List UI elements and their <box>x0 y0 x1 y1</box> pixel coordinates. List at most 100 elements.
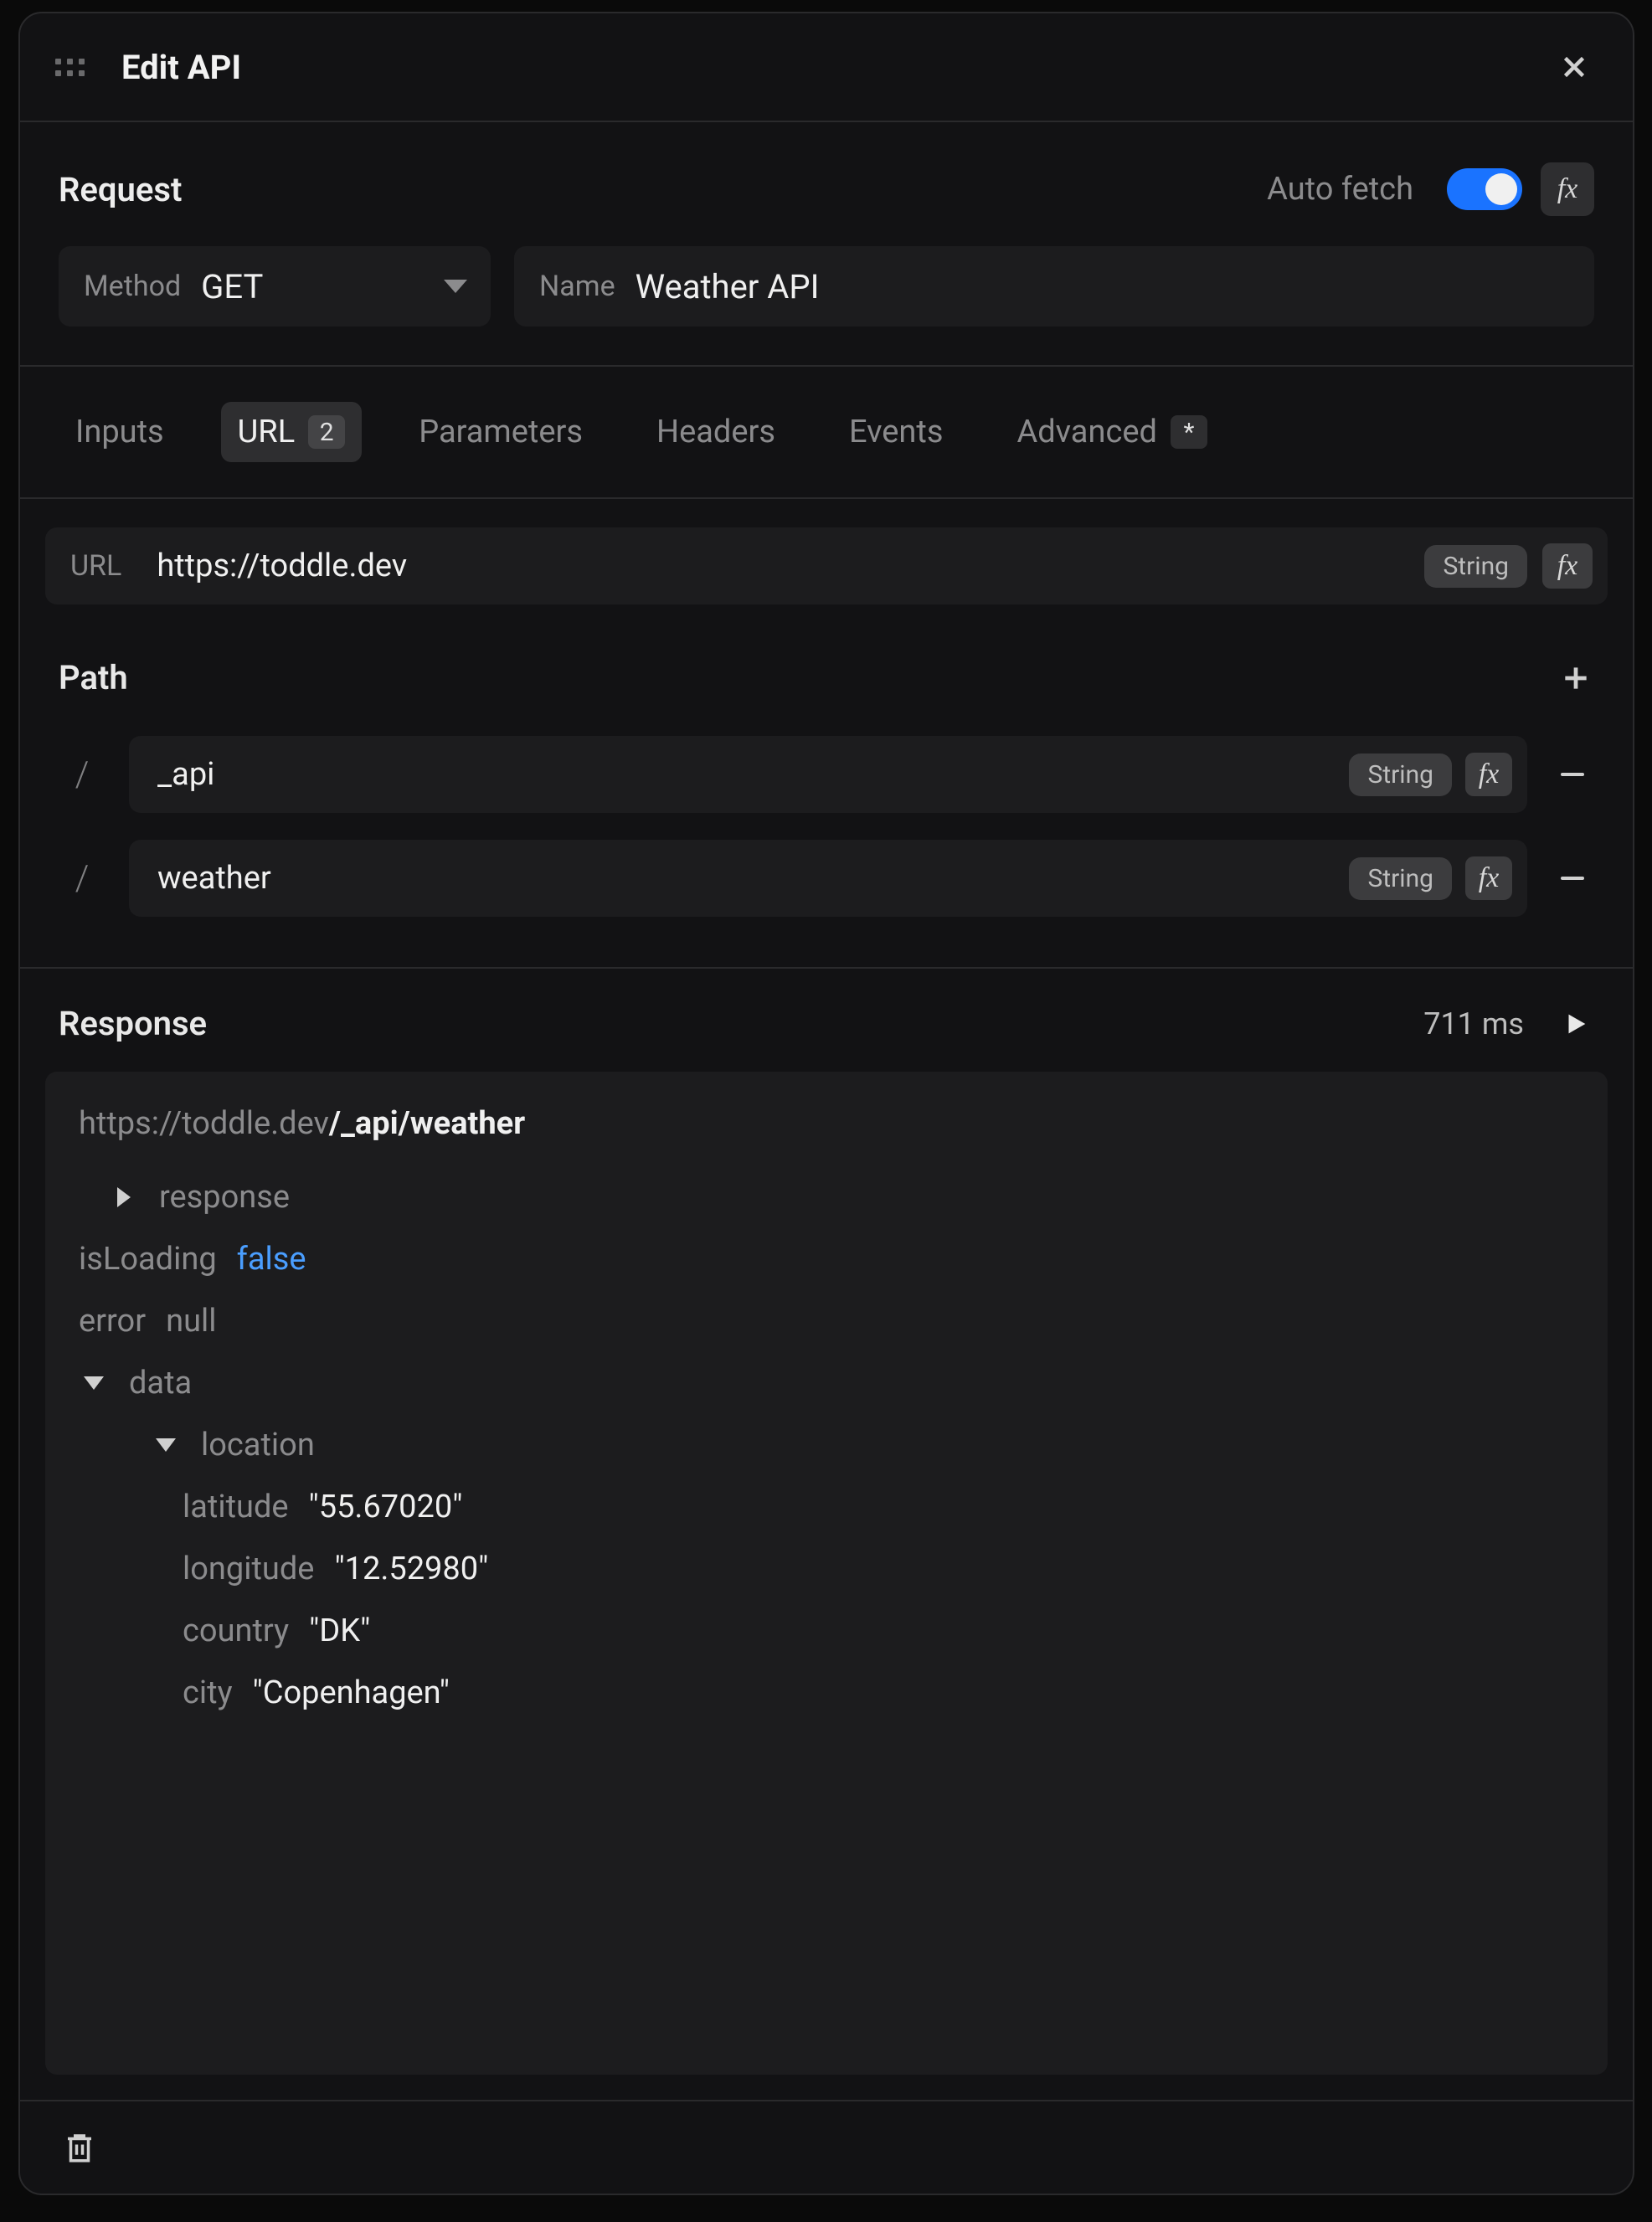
auto-fetch-toggle[interactable] <box>1447 168 1522 210</box>
path-row: / _api String fx <box>59 723 1594 826</box>
path-formula-button[interactable]: fx <box>1465 753 1512 796</box>
path-header: Path <box>59 658 1594 723</box>
drag-handle-icon[interactable] <box>55 59 85 76</box>
method-label: Method <box>84 270 181 303</box>
tree-row-country: country "DK" <box>79 1612 1574 1649</box>
url-value: https://toddle.dev <box>157 548 1409 584</box>
tab-parameters[interactable]: Parameters <box>402 402 600 462</box>
tree-key: error <box>79 1303 146 1340</box>
tree-toggle[interactable] <box>79 1368 109 1398</box>
run-request-button[interactable] <box>1557 1006 1594 1042</box>
remove-path-button[interactable] <box>1551 856 1594 900</box>
path-type-pill: String <box>1349 754 1452 796</box>
tree-value: null <box>166 1303 216 1340</box>
response-title: Response <box>59 1004 207 1043</box>
path-section: Path / _api String fx / weather String <box>20 630 1633 947</box>
path-segment-value: weather <box>157 860 1335 897</box>
delete-api-button[interactable] <box>59 2127 100 2168</box>
play-icon <box>1562 1010 1590 1038</box>
response-body: https://toddle.dev/_api/weather response… <box>45 1072 1608 2075</box>
response-url: https://toddle.dev/_api/weather <box>79 1105 1574 1142</box>
path-segment-value: _api <box>157 756 1335 793</box>
tree-key: latitude <box>183 1489 289 1525</box>
fx-icon: fx <box>1557 550 1578 582</box>
url-input[interactable]: URL https://toddle.dev String fx <box>45 527 1608 604</box>
tree-row-error: error null <box>79 1303 1574 1340</box>
tab-advanced[interactable]: Advanced * <box>1000 402 1223 462</box>
path-formula-button[interactable]: fx <box>1465 856 1512 900</box>
trash-icon <box>62 2130 97 2165</box>
fx-icon: fx <box>1479 759 1500 790</box>
response-url-base: https://toddle.dev <box>79 1105 329 1142</box>
url-formula-button[interactable]: fx <box>1542 543 1593 589</box>
tab-inputs[interactable]: Inputs <box>59 402 181 462</box>
tree-key: location <box>201 1427 315 1463</box>
name-value: Weather API <box>636 267 820 306</box>
tab-advanced-badge: * <box>1171 415 1207 449</box>
tree-row-latitude: latitude "55.67020" <box>79 1489 1574 1525</box>
toggle-knob <box>1485 173 1517 205</box>
response-header: Response 711 ms <box>20 969 1633 1072</box>
remove-path-button[interactable] <box>1551 753 1594 796</box>
method-select[interactable]: Method GET <box>59 246 491 327</box>
caret-right-icon <box>117 1187 131 1207</box>
tabs-bar: Inputs URL 2 Parameters Headers Events A… <box>20 367 1633 499</box>
tab-headers[interactable]: Headers <box>640 402 792 462</box>
tab-events[interactable]: Events <box>832 402 960 462</box>
tree-row-location[interactable]: location <box>79 1427 1574 1463</box>
tree-key: city <box>183 1674 233 1711</box>
panel-header: Edit API <box>20 13 1633 122</box>
add-path-button[interactable] <box>1557 660 1594 697</box>
path-segment-input[interactable]: weather String fx <box>129 840 1527 917</box>
close-icon <box>1559 52 1589 82</box>
tree-value: false <box>237 1241 306 1278</box>
fx-icon: fx <box>1479 862 1500 894</box>
tree-value: "Copenhagen" <box>253 1674 450 1711</box>
panel-title: Edit API <box>121 48 241 87</box>
fx-icon: fx <box>1557 173 1578 205</box>
tab-url[interactable]: URL 2 <box>221 402 363 462</box>
panel-footer <box>20 2100 1633 2194</box>
path-title: Path <box>59 658 128 697</box>
minus-icon <box>1561 773 1584 776</box>
response-time: 711 ms <box>1423 1006 1524 1042</box>
path-separator: / <box>59 754 106 795</box>
tree-row-longitude: longitude "12.52980" <box>79 1551 1574 1587</box>
close-button[interactable] <box>1556 49 1593 85</box>
tree-key: response <box>159 1179 290 1216</box>
name-input[interactable]: Name Weather API <box>514 246 1594 327</box>
tree-row-isloading: isLoading false <box>79 1241 1574 1278</box>
request-section-header: Request Auto fetch fx <box>20 122 1633 246</box>
tree-key: country <box>183 1612 289 1649</box>
request-title: Request <box>59 170 182 209</box>
url-type-pill: String <box>1424 545 1527 588</box>
path-segment-input[interactable]: _api String fx <box>129 736 1527 813</box>
path-separator: / <box>59 858 106 899</box>
tree-row-city: city "Copenhagen" <box>79 1674 1574 1711</box>
path-row: / weather String fx <box>59 826 1594 930</box>
name-label: Name <box>539 270 615 303</box>
response-url-path: /_api/weather <box>329 1105 525 1142</box>
tree-key: data <box>129 1365 192 1402</box>
tree-toggle[interactable] <box>109 1182 139 1212</box>
tree-key: longitude <box>183 1551 314 1587</box>
edit-api-panel: Edit API Request Auto fetch fx Method GE… <box>18 12 1634 2195</box>
tab-url-badge: 2 <box>308 415 345 449</box>
tree-toggle[interactable] <box>151 1430 181 1460</box>
tree-value: "DK" <box>309 1612 370 1649</box>
chevron-down-icon <box>444 280 467 293</box>
auto-fetch-formula-button[interactable]: fx <box>1541 162 1594 216</box>
tab-advanced-label: Advanced <box>1016 414 1156 450</box>
method-value: GET <box>201 267 263 306</box>
tree-value: "12.52980" <box>334 1551 488 1587</box>
auto-fetch-label: Auto fetch <box>1267 171 1413 208</box>
url-label: URL <box>70 549 121 583</box>
path-type-pill: String <box>1349 857 1452 900</box>
tree-row-response[interactable]: response <box>79 1179 1574 1216</box>
tree-row-data[interactable]: data <box>79 1365 1574 1402</box>
plus-icon <box>1560 662 1592 694</box>
tree-value: "55.67020" <box>309 1489 463 1525</box>
caret-down-icon <box>84 1376 104 1390</box>
method-name-row: Method GET Name Weather API <box>20 246 1633 367</box>
caret-down-icon <box>156 1438 176 1452</box>
